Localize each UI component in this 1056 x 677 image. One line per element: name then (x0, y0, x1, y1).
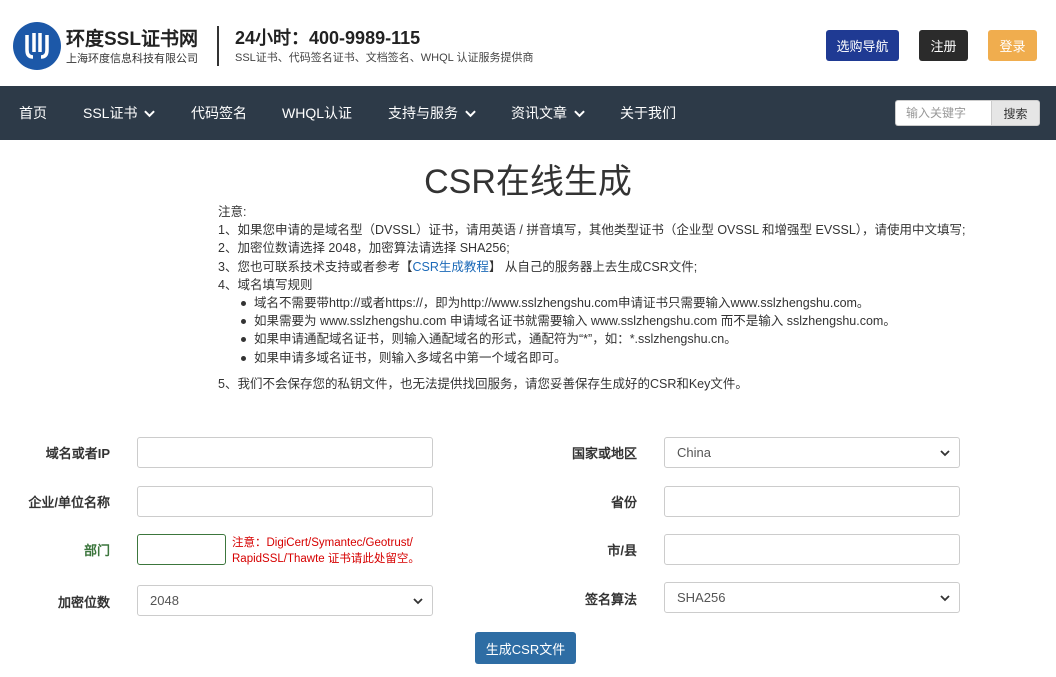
domain-label: 域名或者IP (45, 446, 110, 461)
note-1: 1、如果您申请的是域名型（DVSSL）证书，请用英语 / 拼音填写，其他类型证书… (218, 223, 966, 238)
note-3: 3、您也可联系技术支持或者参考【CSR生成教程】 从自己的服务器上去生成CSR文… (218, 258, 1018, 276)
note-3-suffix: 】 从自己的服务器上去生成CSR文件; (488, 259, 698, 274)
nav-item-label: 资讯文章 (511, 105, 567, 121)
note-2: 2、加密位数请选择 2048，加密算法请选择 SHA256; (218, 241, 510, 256)
note-5: 5、我们不会保存您的私钥文件，也无法提供找回服务，请您妥善保存生成好的CSR和K… (218, 376, 748, 391)
sigalg-value: SHA256 (677, 590, 726, 605)
nav-item-label: 关于我们 (620, 105, 676, 121)
org-label: 企业/单位名称 (28, 495, 110, 510)
city-input[interactable] (664, 534, 960, 565)
keysize-value: 2048 (150, 593, 179, 608)
note-3-prefix: 3、您也可联系技术支持或者参考【 (218, 259, 413, 274)
nav-item-ssl[interactable]: SSL证书 (83, 86, 156, 140)
domain-input[interactable] (137, 437, 433, 468)
keysize-select[interactable]: 2048 (137, 585, 433, 616)
nav-item-label: SSL证书 (83, 105, 138, 121)
dept-label: 部门 (83, 543, 110, 558)
services-tagline: SSL证书、代码签名证书、文档签名、WHQL 认证服务提供商 (235, 52, 534, 64)
country-label: 国家或地区 (571, 446, 637, 461)
dept-warning: 注意：DigiCert/Symantec/Geotrust/ RapidSSL/… (232, 535, 420, 567)
dept-input[interactable] (137, 534, 226, 565)
province-label: 省份 (610, 495, 637, 510)
sigalg-label: 签名算法 (584, 592, 637, 607)
chevron-down-icon (940, 594, 950, 601)
search-input[interactable] (895, 100, 991, 126)
chevron-down-icon (144, 109, 156, 117)
province-input[interactable] (664, 486, 960, 517)
city-label: 市/县 (607, 543, 637, 558)
nav-item-label: 支持与服务 (388, 105, 458, 121)
notes-heading: 注意: (218, 205, 247, 219)
register-button[interactable]: 注册 (919, 30, 968, 61)
csr-tutorial-link[interactable]: CSR生成教程 (412, 260, 488, 274)
note-4: 4、域名填写规则 (218, 277, 313, 292)
header-divider (217, 26, 219, 66)
site-header: 环度SSL证书网 上海环度信息科技有限公司 24小时：400-9989-115 … (0, 0, 1056, 86)
page-title: CSR在线生成 (424, 163, 632, 201)
chevron-down-icon (465, 109, 476, 117)
nav-search: 搜索 (895, 100, 1040, 126)
country-value: China (677, 445, 711, 460)
nav-item-about[interactable]: 关于我们 (620, 86, 676, 140)
search-button[interactable]: 搜索 (991, 100, 1040, 126)
site-logo-icon[interactable] (13, 22, 61, 70)
list-item: 域名不需要带http://或者https://，即为http://www.ssl… (241, 294, 1018, 312)
chevron-down-icon (940, 449, 950, 456)
hotline: 24小时：400-9989-115 (235, 28, 421, 48)
purchase-guide-button[interactable]: 选购导航 (826, 30, 899, 61)
domain-rules-list: 域名不需要带http://或者https://，即为http://www.ssl… (241, 294, 1018, 367)
nav-item-code-signing[interactable]: 代码签名 (191, 86, 247, 140)
notes-section: 注意: 1、如果您申请的是域名型（DVSSL）证书，请用英语 / 拼音填写，其他… (218, 203, 1018, 393)
chevron-down-icon (574, 109, 585, 117)
org-input[interactable] (137, 486, 433, 517)
dept-warning-line-2: RapidSSL/Thawte 证书请此处留空。 (232, 553, 420, 565)
dept-warning-line-1: 注意：DigiCert/Symantec/Geotrust/ (232, 537, 413, 549)
company-name: 上海环度信息科技有限公司 (66, 53, 198, 65)
nav-item-label: 首页 (19, 105, 47, 121)
list-item: 如果需要为 www.sslzhengshu.com 申请域名证书就需要输入 ww… (241, 312, 1018, 330)
country-select[interactable]: China (664, 437, 960, 468)
list-item: 如果申请通配域名证书，则输入通配域名的形式，通配符为“*”，如：*.sslzhe… (241, 330, 1018, 348)
nav-item-label: WHQL认证 (282, 105, 352, 121)
login-button[interactable]: 登录 (988, 30, 1037, 61)
generate-csr-button[interactable]: 生成CSR文件 (475, 632, 576, 664)
nav-item-home[interactable]: 首页 (19, 86, 47, 140)
chevron-down-icon (413, 597, 423, 604)
brand-name[interactable]: 环度SSL证书网 (66, 24, 198, 51)
list-item: 如果申请多域名证书，则输入多域名中第一个域名即可。 (241, 349, 1018, 367)
nav-item-label: 代码签名 (191, 105, 247, 121)
nav-item-support[interactable]: 支持与服务 (388, 86, 476, 140)
keysize-label: 加密位数 (57, 595, 110, 610)
nav-item-whql[interactable]: WHQL认证 (282, 86, 352, 140)
nav-item-news[interactable]: 资讯文章 (511, 86, 585, 140)
sigalg-select[interactable]: SHA256 (664, 582, 960, 613)
